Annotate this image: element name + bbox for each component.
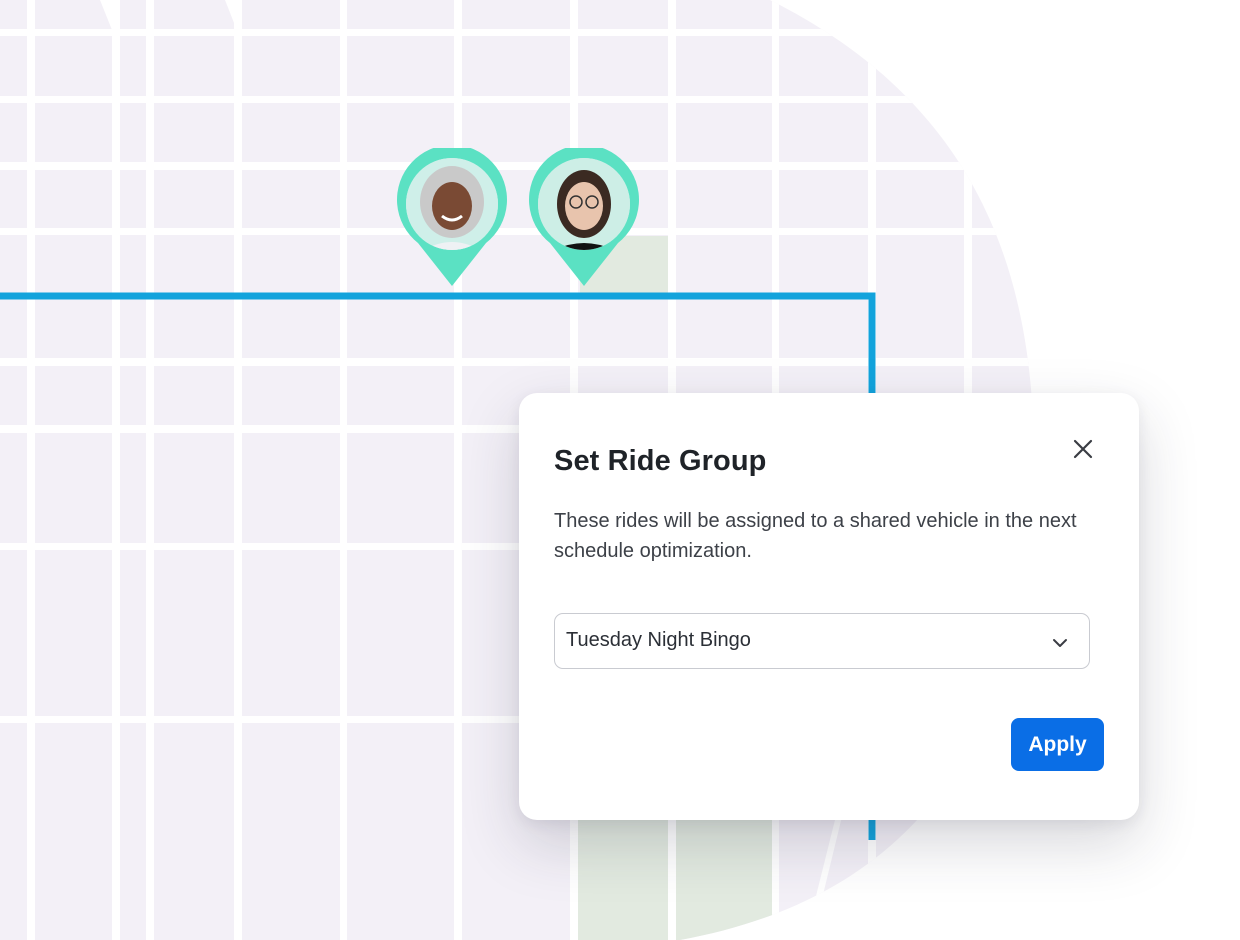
set-ride-group-dialog: Set Ride Group These rides will be assig…	[519, 393, 1139, 820]
dialog-title: Set Ride Group	[554, 445, 767, 477]
rider-avatar-pin-icon	[529, 148, 639, 286]
dialog-description: These rides will be assigned to a shared…	[554, 510, 1077, 562]
rider-pin-1[interactable]	[396, 148, 508, 288]
ride-group-selected-value: Tuesday Night Bingo	[566, 629, 751, 651]
close-button[interactable]	[1067, 433, 1099, 465]
close-icon	[1073, 439, 1093, 459]
apply-button[interactable]: Apply	[1011, 718, 1104, 771]
chevron-down-icon	[1049, 632, 1071, 654]
rider-avatar-pin-icon	[397, 148, 507, 286]
rider-pin-2[interactable]	[528, 148, 640, 288]
ride-group-select[interactable]: Tuesday Night Bingo	[554, 613, 1090, 669]
